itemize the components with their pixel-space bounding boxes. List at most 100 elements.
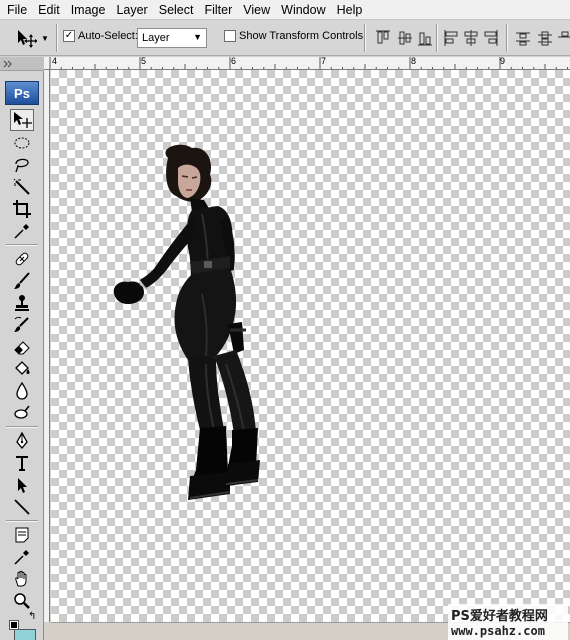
background-color-swatch[interactable] bbox=[14, 629, 36, 640]
blur-tool[interactable] bbox=[10, 380, 34, 402]
document-canvas[interactable] bbox=[51, 70, 570, 622]
align-right-icon bbox=[484, 30, 498, 46]
auto-select-label: Auto-Select: bbox=[78, 30, 138, 42]
swap-colors-icon[interactable]: ↰ bbox=[28, 611, 36, 622]
menu-view[interactable]: View bbox=[239, 0, 277, 20]
auto-select-checkbox[interactable]: ✓ bbox=[63, 30, 75, 42]
brush-tool[interactable] bbox=[10, 270, 34, 292]
crop-tool[interactable] bbox=[10, 198, 34, 220]
show-transform-control: Show Transform Controls bbox=[224, 30, 363, 42]
clone-stamp-icon bbox=[15, 295, 29, 311]
tool-preset-picker[interactable]: ▼ bbox=[12, 26, 52, 50]
paint-bucket-icon bbox=[15, 361, 30, 375]
zoom-tool[interactable] bbox=[10, 590, 34, 612]
photoshop-logo: Ps bbox=[5, 81, 39, 105]
menu-bar: File Edit Image Layer Select Filter View… bbox=[0, 0, 570, 20]
vertical-ruler bbox=[44, 70, 50, 622]
eyedropper-tool[interactable] bbox=[10, 220, 34, 242]
align-vcenter-icon bbox=[398, 31, 412, 45]
history-brush-tool[interactable] bbox=[10, 314, 34, 336]
distribute-vcenter-icon bbox=[538, 31, 552, 46]
options-bar: ▼ ✓ Auto-Select: Layer ▼ Show Transform … bbox=[0, 20, 570, 56]
tools-panel: Ps ↰ bbox=[0, 57, 44, 640]
eyedropper-2-tool[interactable] bbox=[10, 546, 34, 568]
separator bbox=[6, 426, 38, 428]
hand-tool[interactable] bbox=[10, 568, 34, 590]
auto-select-target-dropdown[interactable]: Layer ▼ bbox=[137, 28, 207, 48]
menu-image[interactable]: Image bbox=[67, 0, 113, 20]
woman-figure-image bbox=[113, 144, 260, 500]
color-swatches: ↰ bbox=[6, 611, 42, 640]
watermark-line-2: www.psahz.com bbox=[451, 624, 545, 638]
move-tool[interactable] bbox=[10, 109, 34, 131]
watermark-line-1: PS爱好者教程网 bbox=[451, 609, 548, 624]
align-top-edges-button[interactable] bbox=[374, 28, 392, 48]
line-icon bbox=[14, 499, 30, 515]
align-bottom-edges-button[interactable] bbox=[416, 28, 434, 48]
healing-brush-icon bbox=[15, 252, 29, 266]
line-tool[interactable] bbox=[10, 496, 34, 518]
path-selection-tool[interactable] bbox=[10, 474, 34, 496]
align-right-edges-button[interactable] bbox=[482, 28, 500, 48]
horizontal-ruler: 4 5 6 7 8 9 bbox=[44, 57, 570, 70]
menu-layer[interactable]: Layer bbox=[112, 0, 154, 20]
menu-file[interactable]: File bbox=[3, 0, 34, 20]
clone-stamp-tool[interactable] bbox=[10, 292, 34, 314]
align-left-edges-button[interactable] bbox=[442, 28, 460, 48]
separator bbox=[6, 520, 38, 522]
elliptical-marquee-icon bbox=[14, 137, 30, 149]
lasso-tool[interactable] bbox=[10, 154, 34, 176]
align-horizontal-centers-button[interactable] bbox=[462, 28, 480, 48]
ruler-label: 6 bbox=[231, 57, 237, 66]
path-selection-icon bbox=[18, 478, 27, 493]
distribute-bottom-button[interactable] bbox=[556, 28, 570, 48]
align-top-icon bbox=[376, 30, 390, 44]
eyedropper-icon bbox=[14, 224, 29, 239]
auto-select-control: ✓ Auto-Select: bbox=[63, 30, 138, 42]
ruler-label: 5 bbox=[141, 57, 147, 66]
ruler-label: 4 bbox=[52, 57, 58, 66]
show-transform-checkbox[interactable] bbox=[224, 30, 236, 42]
hand-icon bbox=[15, 570, 27, 587]
move-tool-icon bbox=[18, 30, 38, 48]
dodge-icon bbox=[14, 405, 30, 419]
distribute-top-icon bbox=[516, 32, 530, 46]
menu-select[interactable]: Select bbox=[155, 0, 201, 20]
align-left-icon bbox=[444, 30, 458, 46]
align-vertical-centers-button[interactable] bbox=[396, 28, 414, 48]
ruler-ticks bbox=[49, 57, 568, 69]
show-transform-label: Show Transform Controls bbox=[239, 30, 364, 42]
notes-tool[interactable] bbox=[10, 524, 34, 546]
type-icon bbox=[16, 456, 28, 471]
align-hcenter-icon bbox=[464, 30, 478, 46]
ruler-label: 7 bbox=[321, 57, 327, 66]
blur-icon bbox=[16, 381, 28, 400]
type-tool[interactable] bbox=[10, 452, 34, 474]
dodge-tool[interactable] bbox=[10, 402, 34, 424]
separator bbox=[506, 24, 508, 52]
ruler-label: 9 bbox=[500, 57, 506, 66]
menu-help[interactable]: Help bbox=[333, 0, 370, 20]
chevron-down-icon: ▼ bbox=[193, 32, 202, 42]
foreground-color-swatch[interactable] bbox=[9, 620, 19, 630]
paint-bucket-tool[interactable] bbox=[10, 358, 34, 380]
healing-brush-tool[interactable] bbox=[10, 248, 34, 270]
separator bbox=[6, 244, 38, 246]
zoom-icon bbox=[14, 593, 30, 609]
layer-select-value: Layer bbox=[142, 32, 170, 44]
lasso-icon bbox=[15, 158, 29, 173]
distribute-top-button[interactable] bbox=[514, 28, 532, 48]
pen-tool[interactable] bbox=[10, 430, 34, 452]
pen-icon bbox=[16, 431, 28, 450]
brush-icon bbox=[14, 272, 30, 289]
eraser-tool[interactable] bbox=[10, 336, 34, 358]
menu-window[interactable]: Window bbox=[277, 0, 332, 20]
distribute-vertical-centers-button[interactable] bbox=[536, 28, 554, 48]
ruler-label: 8 bbox=[411, 57, 417, 66]
marquee-tool[interactable] bbox=[10, 132, 34, 154]
menu-filter[interactable]: Filter bbox=[200, 0, 239, 20]
magic-wand-tool[interactable] bbox=[10, 176, 34, 198]
site-watermark: PS爱好者教程网 www.psahz.com bbox=[448, 604, 568, 640]
tools-panel-header[interactable] bbox=[0, 57, 44, 71]
menu-edit[interactable]: Edit bbox=[34, 0, 67, 20]
